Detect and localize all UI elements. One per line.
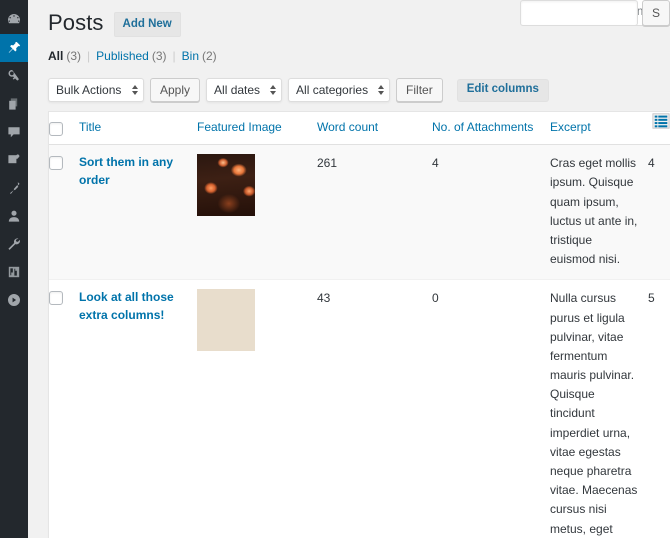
plugins-plug-icon xyxy=(6,180,22,196)
sidebar-item-tools[interactable] xyxy=(0,230,28,258)
status-link-published-label[interactable]: Published xyxy=(96,47,149,66)
status-divider-1: | xyxy=(81,47,96,66)
search-submit-button[interactable]: S xyxy=(642,0,670,26)
bulk-actions-select[interactable]: Bulk Actions xyxy=(48,78,144,102)
dashboard-icon xyxy=(6,12,22,28)
sidebar-item-plugins[interactable] xyxy=(0,174,28,202)
tools-wrench-icon xyxy=(6,236,22,252)
post-title-link[interactable]: Sort them in any order xyxy=(79,154,189,189)
filter-button[interactable]: Filter xyxy=(396,78,443,102)
pages-icon xyxy=(6,96,22,112)
dates-filter-select[interactable]: All dates xyxy=(206,78,282,102)
sidebar-item-collapse[interactable] xyxy=(0,286,28,314)
categories-select-wrap: All categories xyxy=(288,78,390,102)
row-extra-cell: 5 xyxy=(648,279,670,538)
settings-sliders-icon xyxy=(6,264,22,280)
status-link-bin[interactable]: Bin (2) xyxy=(182,47,217,66)
sidebar-item-users[interactable] xyxy=(0,202,28,230)
comments-icon xyxy=(6,124,22,140)
column-header-excerpt[interactable]: Excerpt xyxy=(550,112,648,145)
sidebar-item-dashboard[interactable] xyxy=(0,6,28,34)
row-attachments-cell: 4 xyxy=(432,145,550,279)
post-title-link[interactable]: Look at all those extra columns! xyxy=(79,289,189,324)
sidebar-item-posts[interactable] xyxy=(0,34,28,62)
sidebar-item-media[interactable] xyxy=(0,62,28,90)
status-link-bin-label[interactable]: Bin xyxy=(182,47,199,66)
excerpt-text: Nulla cursus purus et ligula pulvinar, v… xyxy=(550,291,637,538)
appearance-brush-icon xyxy=(6,152,22,168)
select-all-checkbox-top[interactable] xyxy=(49,122,63,136)
excerpt-text: Cras eget mollis ipsum. Quisque quam ips… xyxy=(550,156,637,266)
row-checkbox[interactable] xyxy=(49,291,63,305)
column-header-featured-image[interactable]: Featured Image xyxy=(197,112,317,145)
sidebar-item-appearance[interactable] xyxy=(0,146,28,174)
extra-text: 5 xyxy=(648,291,655,305)
add-new-button[interactable]: Add New xyxy=(114,12,181,38)
row-select-cell xyxy=(49,145,79,279)
apply-button-top[interactable]: Apply xyxy=(150,78,200,102)
page-title: Posts xyxy=(48,9,104,38)
select-all-header xyxy=(49,112,79,145)
active-menu-arrow xyxy=(28,42,34,54)
search-input[interactable] xyxy=(520,0,638,26)
extra-text: 4 xyxy=(648,156,655,170)
row-attachments-cell: 0 xyxy=(432,279,550,538)
table-row[interactable]: Look at all those extra columns! 43 0 Nu… xyxy=(49,279,670,538)
posts-table: Title Featured Image Word count No. of A… xyxy=(48,111,670,538)
table-body: Sort them in any order 261 4 Cras eget m… xyxy=(49,145,670,538)
row-title-cell: Sort them in any order xyxy=(79,145,197,279)
row-select-cell xyxy=(49,279,79,538)
sidebar-item-comments[interactable] xyxy=(0,118,28,146)
status-filter-links: All (3) | Published (3) | Bin (2) xyxy=(48,47,670,66)
media-icon xyxy=(6,68,22,84)
edit-columns-button[interactable]: Edit columns xyxy=(457,79,549,102)
search-box: S xyxy=(520,0,670,26)
pin-icon xyxy=(6,40,22,56)
row-extra-cell: 4 xyxy=(648,145,670,279)
status-link-all[interactable]: All (3) xyxy=(48,47,81,66)
table-row[interactable]: Sort them in any order 261 4 Cras eget m… xyxy=(49,145,670,279)
main-content: Screen Options Posts Add New All (3) | P… xyxy=(28,0,670,538)
users-icon xyxy=(6,208,22,224)
row-title-cell: Look at all those extra columns! xyxy=(79,279,197,538)
wordpress-admin-screen: Screen Options Posts Add New All (3) | P… xyxy=(0,0,670,538)
status-link-bin-count: (2) xyxy=(202,47,217,66)
row-excerpt-cell: Cras eget mollis ipsum. Quisque quam ips… xyxy=(550,145,648,279)
categories-filter-select[interactable]: All categories xyxy=(288,78,390,102)
status-link-all-label[interactable]: All xyxy=(48,47,63,66)
status-link-published-count: (3) xyxy=(152,47,167,66)
column-header-title[interactable]: Title xyxy=(79,112,197,145)
dates-select-wrap: All dates xyxy=(206,78,282,102)
list-view-icon[interactable] xyxy=(652,112,670,130)
row-featured-image-cell xyxy=(197,279,317,538)
view-switch xyxy=(652,109,670,133)
tablenav-top: Bulk Actions Apply All dates All categor… xyxy=(48,75,670,105)
admin-sidebar xyxy=(0,0,28,538)
sidebar-item-settings[interactable] xyxy=(0,258,28,286)
row-checkbox[interactable] xyxy=(49,156,63,170)
status-divider-2: | xyxy=(167,47,182,66)
table-header-row: Title Featured Image Word count No. of A… xyxy=(49,112,670,145)
featured-image-thumbnail xyxy=(197,289,255,351)
collapse-arrow-icon xyxy=(6,292,22,308)
posts-page-wrap: Posts Add New All (3) | Published (3) | … xyxy=(28,0,670,538)
status-link-all-count: (3) xyxy=(66,47,81,66)
column-header-attachments[interactable]: No. of Attachments xyxy=(432,112,550,145)
row-word-count-cell: 261 xyxy=(317,145,432,279)
sidebar-item-pages[interactable] xyxy=(0,90,28,118)
table-head: Title Featured Image Word count No. of A… xyxy=(49,112,670,145)
row-excerpt-cell: Nulla cursus purus et ligula pulvinar, v… xyxy=(550,279,648,538)
featured-image-thumbnail xyxy=(197,154,255,216)
status-link-published[interactable]: Published (3) xyxy=(96,47,166,66)
bulk-actions-select-wrap: Bulk Actions xyxy=(48,78,144,102)
column-header-word-count[interactable]: Word count xyxy=(317,112,432,145)
row-featured-image-cell xyxy=(197,145,317,279)
row-word-count-cell: 43 xyxy=(317,279,432,538)
